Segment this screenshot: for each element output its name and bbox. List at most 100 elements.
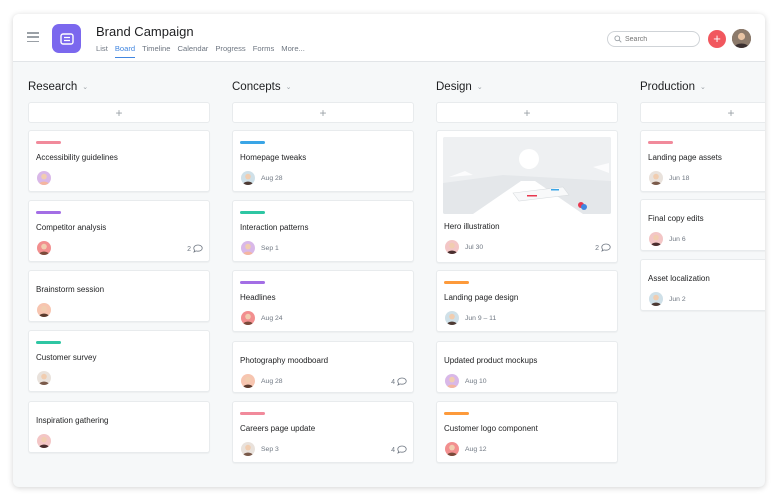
due-date: Jul 30: [465, 244, 484, 251]
task-card[interactable]: Brainstorm session: [28, 270, 210, 322]
due-date: Aug 12: [465, 446, 487, 453]
tab-calendar[interactable]: Calendar: [178, 44, 209, 58]
due-date: Jun 2: [669, 296, 686, 303]
comment-count-value: 2: [595, 245, 599, 252]
assignee-avatar[interactable]: [445, 311, 459, 325]
task-card[interactable]: Updated product mockups Aug 10: [436, 341, 618, 393]
add-task-button[interactable]: +: [28, 102, 210, 123]
card-tag: [444, 412, 469, 415]
assignee-avatar[interactable]: [37, 434, 51, 448]
comment-count[interactable]: 4: [391, 445, 407, 456]
tab-list[interactable]: List: [96, 44, 108, 58]
project-title: Brand Campaign: [96, 24, 194, 39]
comment-icon: [601, 243, 611, 254]
assignee-avatar[interactable]: [649, 292, 663, 306]
column-title-label: Concepts: [232, 81, 281, 93]
task-title: Headlines: [240, 293, 276, 302]
hero-illustration-image: [443, 137, 611, 214]
task-card[interactable]: Interaction patterns Sep 1: [232, 200, 414, 262]
comment-count[interactable]: 2: [187, 244, 203, 255]
assignee-avatar[interactable]: [37, 371, 51, 385]
task-title: Competitor analysis: [36, 223, 107, 232]
task-title: Accessibility guidelines: [36, 153, 118, 162]
column-title[interactable]: Concepts ⌄: [232, 76, 414, 98]
task-card[interactable]: Landing page design Jun 9 – 11: [436, 270, 618, 332]
comment-count[interactable]: 4: [391, 377, 407, 388]
task-title: Asset localization: [648, 274, 710, 283]
user-avatar[interactable]: [732, 29, 751, 48]
task-title: Customer survey: [36, 353, 97, 362]
task-card[interactable]: Landing page assets Jun 18: [640, 130, 765, 192]
task-card[interactable]: Competitor analysis 2: [28, 200, 210, 262]
assignee-avatar[interactable]: [37, 171, 51, 185]
search-icon: [614, 35, 622, 43]
column-title-label: Production: [640, 81, 695, 93]
search-box[interactable]: [607, 31, 700, 47]
task-title: Final copy edits: [648, 214, 704, 223]
comment-count[interactable]: 2: [595, 243, 611, 254]
task-card[interactable]: Homepage tweaks Aug 28: [232, 130, 414, 192]
task-card[interactable]: Photography moodboard Aug 28 4: [232, 341, 414, 393]
column-production: Production ⌄ +: [640, 76, 765, 123]
assignee-avatar[interactable]: [445, 374, 459, 388]
task-title: Updated product mockups: [444, 356, 538, 365]
task-title: Landing page assets: [648, 153, 722, 162]
task-card[interactable]: Customer logo component Aug 12: [436, 401, 618, 463]
column-concepts: Concepts ⌄ +: [232, 76, 414, 123]
project-header: Brand Campaign List Board Timeline Calen…: [13, 14, 765, 62]
search-input[interactable]: [625, 35, 695, 43]
add-task-button[interactable]: +: [436, 102, 618, 123]
chevron-down-icon[interactable]: ⌄: [700, 83, 706, 91]
assignee-avatar[interactable]: [445, 240, 459, 254]
column-title[interactable]: Production ⌄: [640, 76, 765, 98]
task-card[interactable]: Asset localization Jun 2: [640, 259, 765, 311]
task-card[interactable]: Inspiration gathering: [28, 401, 210, 453]
comment-count-value: 4: [391, 447, 395, 454]
tab-more[interactable]: More...: [281, 44, 305, 58]
chevron-down-icon[interactable]: ⌄: [286, 83, 292, 91]
assignee-avatar[interactable]: [37, 303, 51, 317]
tab-timeline[interactable]: Timeline: [142, 44, 170, 58]
task-title: Photography moodboard: [240, 356, 329, 365]
task-card[interactable]: Headlines Aug 24: [232, 270, 414, 332]
task-card[interactable]: Careers page update Sep 3 4: [232, 401, 414, 463]
assignee-avatar[interactable]: [241, 374, 255, 388]
task-title: Inspiration gathering: [36, 416, 109, 425]
add-task-button[interactable]: +: [232, 102, 414, 123]
add-task-button[interactable]: +: [640, 102, 765, 123]
assignee-avatar[interactable]: [649, 232, 663, 246]
chevron-down-icon[interactable]: ⌄: [477, 83, 483, 91]
card-tag: [36, 211, 61, 214]
task-card[interactable]: Final copy edits Jun 6: [640, 199, 765, 251]
tab-forms[interactable]: Forms: [253, 44, 275, 58]
tab-board[interactable]: Board: [114, 44, 136, 58]
due-date: Aug 28: [261, 175, 283, 182]
due-date: Aug 28: [261, 378, 283, 385]
card-tag: [240, 412, 265, 415]
quick-add-button[interactable]: +: [708, 30, 726, 48]
assignee-avatar[interactable]: [241, 442, 255, 456]
column-design: Design ⌄ +: [436, 76, 618, 123]
card-tag: [240, 211, 265, 214]
card-tag: [36, 341, 61, 344]
task-card[interactable]: Customer survey: [28, 330, 210, 392]
assignee-avatar[interactable]: [649, 171, 663, 185]
tab-progress[interactable]: Progress: [215, 44, 245, 58]
column-title-label: Research: [28, 81, 78, 93]
column-title[interactable]: Design ⌄: [436, 76, 618, 98]
assignee-avatar[interactable]: [37, 241, 51, 255]
assignee-avatar[interactable]: [445, 442, 459, 456]
card-tag: [240, 281, 265, 284]
assignee-avatar[interactable]: [241, 241, 255, 255]
chevron-down-icon[interactable]: ⌄: [82, 83, 88, 91]
card-tag: [36, 141, 61, 144]
column-title[interactable]: Research ⌄: [28, 76, 210, 98]
column-title-label: Design: [436, 81, 472, 93]
view-tabs: List Board Timeline Calendar Progress Fo…: [96, 44, 312, 58]
card-tag: [444, 281, 469, 284]
assignee-avatar[interactable]: [241, 171, 255, 185]
hamburger-menu-icon[interactable]: [27, 32, 39, 43]
assignee-avatar[interactable]: [241, 311, 255, 325]
task-card[interactable]: Hero illustration Jul 30 2: [436, 130, 618, 263]
task-card[interactable]: Accessibility guidelines: [28, 130, 210, 192]
